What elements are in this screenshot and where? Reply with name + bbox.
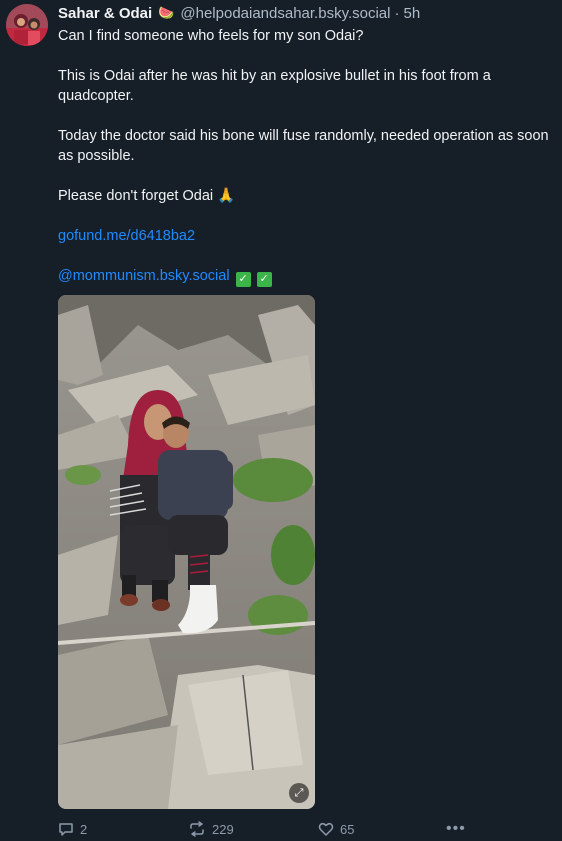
check-mark-icon: ✓: [256, 272, 272, 287]
like-button[interactable]: 65: [318, 818, 354, 840]
photo-rubble-scene: [58, 295, 315, 809]
repost-icon: [190, 821, 204, 837]
watermelon-emoji: 🍉: [158, 5, 175, 20]
reply-button[interactable]: 2: [58, 818, 87, 840]
reply-count: 2: [80, 821, 88, 837]
like-count: 65: [340, 821, 355, 837]
repost-count: 229: [212, 821, 234, 837]
post-text-line: Can I find someone who feels for my son …: [58, 28, 364, 44]
action-bar: 2 229 65 •••: [58, 818, 478, 840]
avatar-image: [6, 4, 48, 46]
post-body: Can I find someone who feels for my son …: [58, 26, 558, 287]
display-name[interactable]: Sahar & Odai: [58, 5, 152, 22]
reply-icon: [59, 823, 73, 836]
post-header: Sahar & Odai 🍉 @helpodaiandsahar.bsky.so…: [58, 4, 420, 22]
post: Sahar & Odai 🍉 @helpodaiandsahar.bsky.so…: [0, 0, 562, 841]
post-text-line: Please don't forget Odai 🙏: [58, 188, 236, 204]
post-text-line: Today the doctor said his bone will fuse…: [58, 128, 549, 164]
timestamp[interactable]: 5h: [403, 5, 420, 22]
repost-button[interactable]: 229: [188, 818, 234, 840]
separator: ·: [394, 4, 400, 22]
heart-icon: [318, 822, 334, 836]
gofundme-link[interactable]: gofund.me/d6418ba2: [58, 228, 195, 244]
more-icon[interactable]: •••: [446, 818, 466, 840]
post-image[interactable]: ⤢: [58, 295, 315, 809]
expand-icon[interactable]: ⤢: [289, 783, 309, 803]
avatar[interactable]: [6, 4, 48, 46]
post-text-line: This is Odai after he was hit by an expl…: [58, 68, 491, 104]
check-mark-icon: ✓: [235, 272, 251, 287]
handle[interactable]: @helpodaiandsahar.bsky.social: [180, 5, 390, 22]
mention-link[interactable]: @mommunism.bsky.social: [58, 268, 230, 284]
